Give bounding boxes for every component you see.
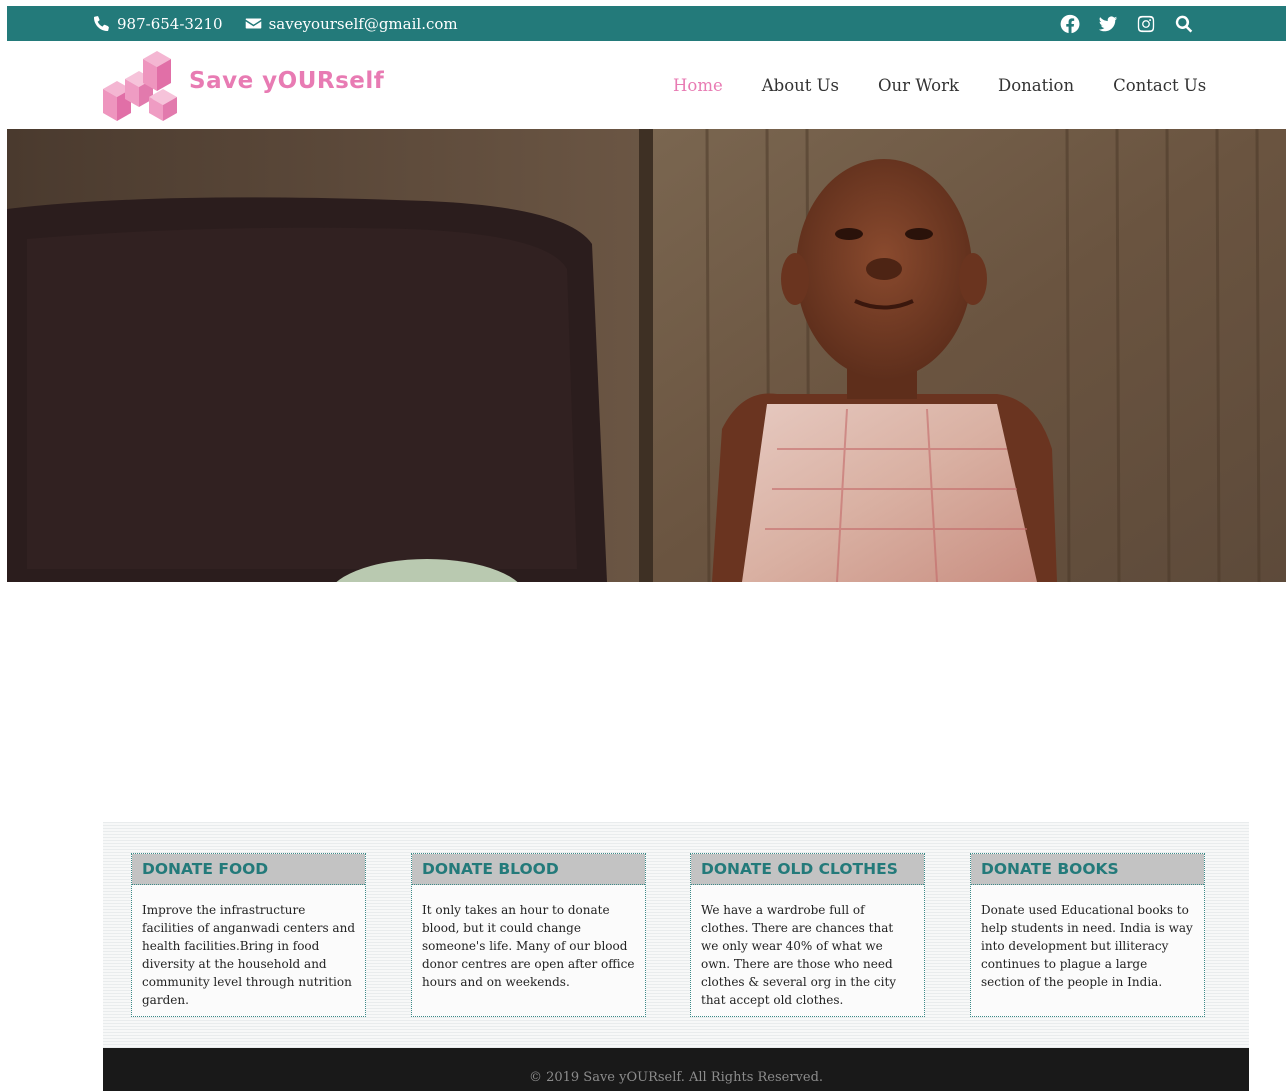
site-footer: © 2019 Save yOURself. All Rights Reserve… [103, 1048, 1249, 1091]
email-contact[interactable]: saveyourself@gmail.com [245, 15, 458, 33]
donate-section: DONATE FOOD Improve the infrastructure f… [103, 822, 1249, 1048]
nav-our-work[interactable]: Our Work [878, 76, 959, 95]
search-icon[interactable] [1173, 13, 1195, 35]
nav-about-us[interactable]: About Us [762, 76, 839, 95]
site-header: Save yOURself Home About Us Our Work Don… [7, 41, 1286, 129]
instagram-icon[interactable] [1135, 13, 1157, 35]
card-text: It only takes an hour to donate blood, b… [422, 903, 635, 989]
card-title: DONATE BOOKS [971, 854, 1204, 885]
card-text: We have a wardrobe full of clothes. Ther… [701, 903, 897, 1007]
donate-card-blood[interactable]: DONATE BLOOD It only takes an hour to do… [411, 853, 646, 1017]
top-contact-bar: 987-654-3210 saveyourself@gmail.com [7, 6, 1286, 41]
card-title: DONATE OLD CLOTHES [691, 854, 924, 885]
phone-contact[interactable]: 987-654-3210 [93, 15, 223, 33]
nav-donation[interactable]: Donation [998, 76, 1074, 95]
hero-photo [7, 129, 1286, 582]
email-address: saveyourself@gmail.com [268, 14, 458, 33]
donate-card-food[interactable]: DONATE FOOD Improve the infrastructure f… [131, 853, 366, 1017]
main-nav: Home About Us Our Work Donation Contact … [673, 41, 1206, 129]
card-text: Improve the infrastructure facilities of… [142, 903, 355, 1007]
facebook-icon[interactable] [1059, 13, 1081, 35]
social-links [1059, 6, 1195, 41]
logo-cube-icon [103, 51, 177, 121]
site-logo[interactable]: Save yOURself [99, 49, 384, 121]
contact-info: 987-654-3210 saveyourself@gmail.com [93, 6, 458, 41]
donate-card-books[interactable]: DONATE BOOKS Donate used Educational boo… [970, 853, 1205, 1017]
nav-contact-us[interactable]: Contact Us [1113, 76, 1206, 95]
twitter-icon[interactable] [1097, 13, 1119, 35]
nav-home[interactable]: Home [673, 76, 723, 95]
copyright-text: © 2019 Save yOURself. All Rights Reserve… [528, 1070, 824, 1085]
phone-number: 987-654-3210 [117, 14, 223, 33]
hero-banner [7, 129, 1286, 582]
donate-card-clothes[interactable]: DONATE OLD CLOTHES We have a wardrobe fu… [690, 853, 925, 1017]
card-text: Donate used Educational books to help st… [981, 903, 1193, 989]
phone-icon [93, 16, 109, 32]
brand-name: Save yOURself [189, 68, 385, 94]
card-title: DONATE BLOOD [412, 854, 645, 885]
envelope-icon [245, 18, 261, 29]
card-title: DONATE FOOD [132, 854, 365, 885]
